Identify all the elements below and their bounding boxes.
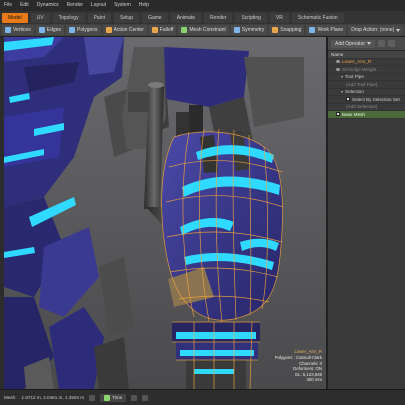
mesh-constraint-label: Mesh Constraint xyxy=(189,27,226,33)
chevron-down-icon xyxy=(396,28,401,32)
vertices-button[interactable]: Vertices xyxy=(2,25,34,35)
tree-row[interactable]: Set Edge Weight xyxy=(328,66,405,74)
polygons-icon xyxy=(68,27,75,33)
action-center-label: Action Center xyxy=(113,27,144,33)
viewport-info-hud: Lower_Arm_R Polygons : Catmull-Clark Cha… xyxy=(275,349,322,383)
tool-bar: Vertices Edges Polygons Action Center Fa… xyxy=(0,24,405,37)
work-plane-label: Work Plane xyxy=(317,27,344,33)
hud-grid-size: 300 mm xyxy=(306,377,322,383)
tab-scripting[interactable]: Scripting xyxy=(235,12,267,23)
tree-row-label: (Add Tool Pipe) xyxy=(346,81,378,87)
tree-row-label: Lower_Arm_R xyxy=(342,59,372,64)
tab-game[interactable]: Game xyxy=(142,12,168,23)
tree-row-label: (Add Selection) xyxy=(346,104,378,109)
tab-paint[interactable]: Paint xyxy=(87,12,111,23)
mesh-constraint-button[interactable]: Mesh Constraint xyxy=(178,25,229,35)
work-plane-icon xyxy=(309,27,316,33)
tab-model[interactable]: Model xyxy=(2,12,28,23)
settings-icon[interactable] xyxy=(131,394,138,401)
playback-icon[interactable] xyxy=(89,394,96,401)
cursor-coordinates: 1.6712 m, 2.0461 m, 1.3504 m xyxy=(21,395,85,400)
tree-row-label: Base Mesh xyxy=(342,111,365,117)
panel-menu-icon[interactable] xyxy=(388,40,396,47)
viewport-scene xyxy=(4,37,326,389)
panel-options-icon[interactable] xyxy=(378,40,386,47)
tree-row-label: Tool Pipe xyxy=(345,74,364,79)
symmetry-icon xyxy=(233,27,240,33)
falloff-label: Falloff xyxy=(159,27,174,33)
drop-action-dropdown[interactable]: Drop Action: (none) xyxy=(348,25,404,35)
tree-row[interactable]: (Add Selection) xyxy=(328,104,405,111)
drop-action-label: Drop Action: (none) xyxy=(351,27,395,33)
visibility-eye-icon[interactable] xyxy=(336,60,340,64)
menu-system[interactable]: System xyxy=(114,0,131,11)
enable-checkbox[interactable] xyxy=(346,97,350,102)
polygons-button[interactable]: Polygons xyxy=(65,25,101,35)
tree-row[interactable]: Tool Pipe xyxy=(328,74,405,81)
vertices-label: Vertices xyxy=(13,27,31,33)
tab-render[interactable]: Render xyxy=(204,12,233,23)
edges-icon xyxy=(38,27,45,33)
snapping-label: Snapping xyxy=(280,27,302,33)
symmetry-button[interactable]: Symmetry xyxy=(230,25,268,35)
tree-row[interactable]: (Add Tool Pipe) xyxy=(328,81,405,89)
work-plane-button[interactable]: Work Plane xyxy=(306,25,347,35)
expand-triangle-icon[interactable] xyxy=(341,75,343,78)
mesh-label: Mesh: xyxy=(4,395,17,400)
tree-row[interactable]: Selection xyxy=(328,89,405,96)
tree-row[interactable]: Lower_Arm_R xyxy=(328,59,405,66)
tab-topology[interactable]: Topology xyxy=(52,12,85,23)
mesh-ops-panel: Add Operator Name Lower_Arm_R Set Edge Wei… xyxy=(327,37,405,389)
visibility-eye-icon[interactable] xyxy=(336,67,340,71)
add-operator-label: Add Operator xyxy=(335,40,366,47)
tab-vr[interactable]: VR xyxy=(269,12,289,23)
falloff-icon xyxy=(151,27,158,33)
time-button[interactable]: Time xyxy=(100,393,127,402)
menu-help[interactable]: Help xyxy=(139,0,149,11)
polygons-label: Polygons xyxy=(76,27,98,33)
status-bar: Mesh: 1.6712 m, 2.0461 m, 1.3504 m Time xyxy=(0,389,405,405)
tree-row-label: Select By Selection Set xyxy=(352,96,400,102)
tree-row[interactable]: Base Mesh xyxy=(328,111,405,119)
menu-bar: File Edit Dynamics Render Layout System … xyxy=(0,0,405,11)
symmetry-label: Symmetry xyxy=(241,27,265,33)
tree-row-label: Name xyxy=(331,51,344,57)
time-label: Time xyxy=(112,395,123,400)
3d-viewport[interactable]: Lower_Arm_R Polygons : Catmull-Clark Cha… xyxy=(4,37,326,389)
tab-setup[interactable]: Setup xyxy=(114,12,140,23)
menu-dynamics[interactable]: Dynamics xyxy=(37,0,59,11)
record-icon[interactable] xyxy=(142,394,149,401)
menu-render[interactable]: Render xyxy=(67,0,83,11)
menu-layout[interactable]: Layout xyxy=(91,0,106,11)
panel-header: Add Operator xyxy=(328,37,405,51)
tree-row[interactable]: Select By Selection Set xyxy=(328,96,405,104)
hud-polygons: Polygons : Catmull-Clark xyxy=(274,355,322,361)
action-center-button[interactable]: Action Center xyxy=(102,25,147,35)
tree-row-label: Selection xyxy=(345,89,364,94)
add-operator-button[interactable]: Add Operator xyxy=(331,39,376,48)
tab-animate[interactable]: Animate xyxy=(170,12,202,23)
menu-file[interactable]: File xyxy=(4,0,12,11)
vertices-icon xyxy=(5,27,11,33)
enable-checkbox[interactable] xyxy=(336,112,340,117)
menu-edit[interactable]: Edit xyxy=(20,0,29,11)
falloff-button[interactable]: Falloff xyxy=(148,25,177,35)
tree-row-label: Set Edge Weight xyxy=(342,66,377,72)
chevron-down-icon xyxy=(367,42,372,45)
expand-triangle-icon[interactable] xyxy=(341,90,343,93)
mode-tab-bar: Model UV Topology Paint Setup Game Anima… xyxy=(0,11,405,24)
tab-uv[interactable]: UV xyxy=(30,12,50,23)
mesh-constraint-icon xyxy=(181,27,188,33)
tree-row[interactable]: Name xyxy=(328,51,405,59)
action-center-icon xyxy=(105,27,112,33)
operator-tree: Name Lower_Arm_R Set Edge Weight Tool Pipe (… xyxy=(328,51,405,119)
edges-button[interactable]: Edges xyxy=(35,25,64,35)
edges-label: Edges xyxy=(46,27,61,33)
snapping-icon xyxy=(272,27,279,33)
tab-schematic-fusion[interactable]: Schematic Fusion xyxy=(291,12,344,23)
snapping-button[interactable]: Snapping xyxy=(269,25,305,35)
clock-icon xyxy=(104,394,111,401)
